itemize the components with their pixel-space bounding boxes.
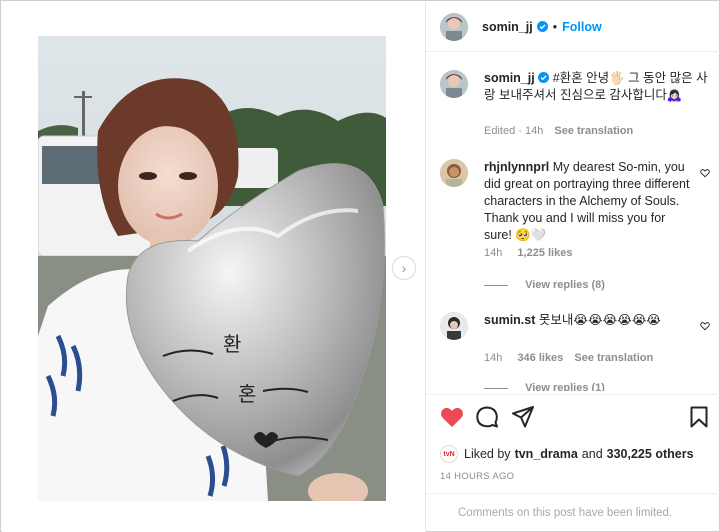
share-icon[interactable] xyxy=(512,406,534,428)
view-replies-line xyxy=(484,284,508,286)
header-separator: • xyxy=(552,20,558,34)
liked-by-conj: and xyxy=(581,447,603,461)
commenter-avatar[interactable] xyxy=(440,159,468,187)
chevron-right-icon: › xyxy=(401,260,407,276)
comment-1: rhjnlynnprl My dearest So-min, you did g… xyxy=(484,159,696,244)
caption-avatar[interactable] xyxy=(440,70,468,98)
tvn-logo-icon: tvN xyxy=(440,445,458,463)
comment-likes[interactable]: 1,225 likes xyxy=(517,247,572,259)
caption: somin_jj #환혼 안녕🖐🏻 그 동안 많은 사랑 보내주셔서 진심으로 … xyxy=(484,70,710,104)
view-replies-button[interactable]: View replies (1) xyxy=(525,382,605,391)
see-translation-button[interactable]: See translation xyxy=(554,125,633,137)
post-photo[interactable]: 환 혼 xyxy=(38,36,386,501)
svg-text:혼: 혼 xyxy=(238,382,256,406)
author-username[interactable]: somin_jj xyxy=(482,20,533,34)
comment-likes[interactable]: 346 likes xyxy=(517,352,563,364)
comment-username[interactable]: rhjnlynnprl xyxy=(484,160,549,174)
comments-limited-text: Comments on this post have been limited. xyxy=(458,506,673,519)
next-slide-button[interactable]: › xyxy=(392,256,416,280)
avatar-image xyxy=(440,13,468,41)
comment-icon[interactable] xyxy=(476,406,498,428)
liked-by: tvN Liked by tvn_drama and 330,225 other… xyxy=(440,445,694,463)
post-timestamp[interactable]: 14 HOURS AGO xyxy=(440,471,514,482)
media-area: 환 혼 › xyxy=(2,2,425,532)
comment-time: 14h xyxy=(484,247,503,259)
view-replies-line xyxy=(484,387,508,389)
commenter-avatar[interactable] xyxy=(440,312,468,340)
avatar-image xyxy=(440,159,468,187)
small-heart-icon[interactable] xyxy=(700,168,710,178)
liked-by-prefix: Liked by xyxy=(464,447,511,461)
heart-filled-icon[interactable] xyxy=(440,406,464,428)
liked-by-others[interactable]: 330,225 others xyxy=(607,447,694,461)
comment-2: sumin.st 못보내😭😭😭😭😭😭 xyxy=(484,312,696,329)
post-modal: 환 혼 › somin_jj • Follow somin_jj #환혼 안녕🖐… xyxy=(0,0,720,532)
verified-badge-icon xyxy=(538,71,552,85)
small-heart-icon[interactable] xyxy=(700,321,710,331)
photo-illustration: 환 혼 xyxy=(38,36,386,501)
view-replies-button[interactable]: View replies (8) xyxy=(525,279,605,291)
comment-text: 못보내😭😭😭😭😭😭 xyxy=(538,313,662,327)
comment-time: 14h xyxy=(484,352,503,364)
bookmark-icon[interactable] xyxy=(690,406,708,428)
author-avatar[interactable] xyxy=(440,13,468,41)
tvn-logo-text: tvN xyxy=(443,450,455,458)
verified-badge-icon xyxy=(536,20,548,34)
svg-text:환: 환 xyxy=(223,332,241,356)
see-translation-button[interactable]: See translation xyxy=(574,352,653,364)
avatar-image xyxy=(440,70,468,98)
caption-username[interactable]: somin_jj xyxy=(484,71,535,85)
liked-by-user[interactable]: tvn_drama xyxy=(515,447,578,461)
post-side-panel: somin_jj • Follow somin_jj #환혼 안녕🖐🏻 그 동안… xyxy=(425,2,720,532)
post-header: somin_jj • Follow xyxy=(426,2,720,52)
follow-button[interactable]: Follow xyxy=(562,20,602,34)
comments-section: somin_jj #환혼 안녕🖐🏻 그 동안 많은 사랑 보내주셔서 진심으로 … xyxy=(426,53,720,391)
comments-limited-notice: Comments on this post have been limited. xyxy=(426,493,720,531)
comment-username[interactable]: sumin.st xyxy=(484,313,535,327)
avatar-image xyxy=(440,312,468,340)
caption-meta: Edited · 14h xyxy=(484,125,544,137)
